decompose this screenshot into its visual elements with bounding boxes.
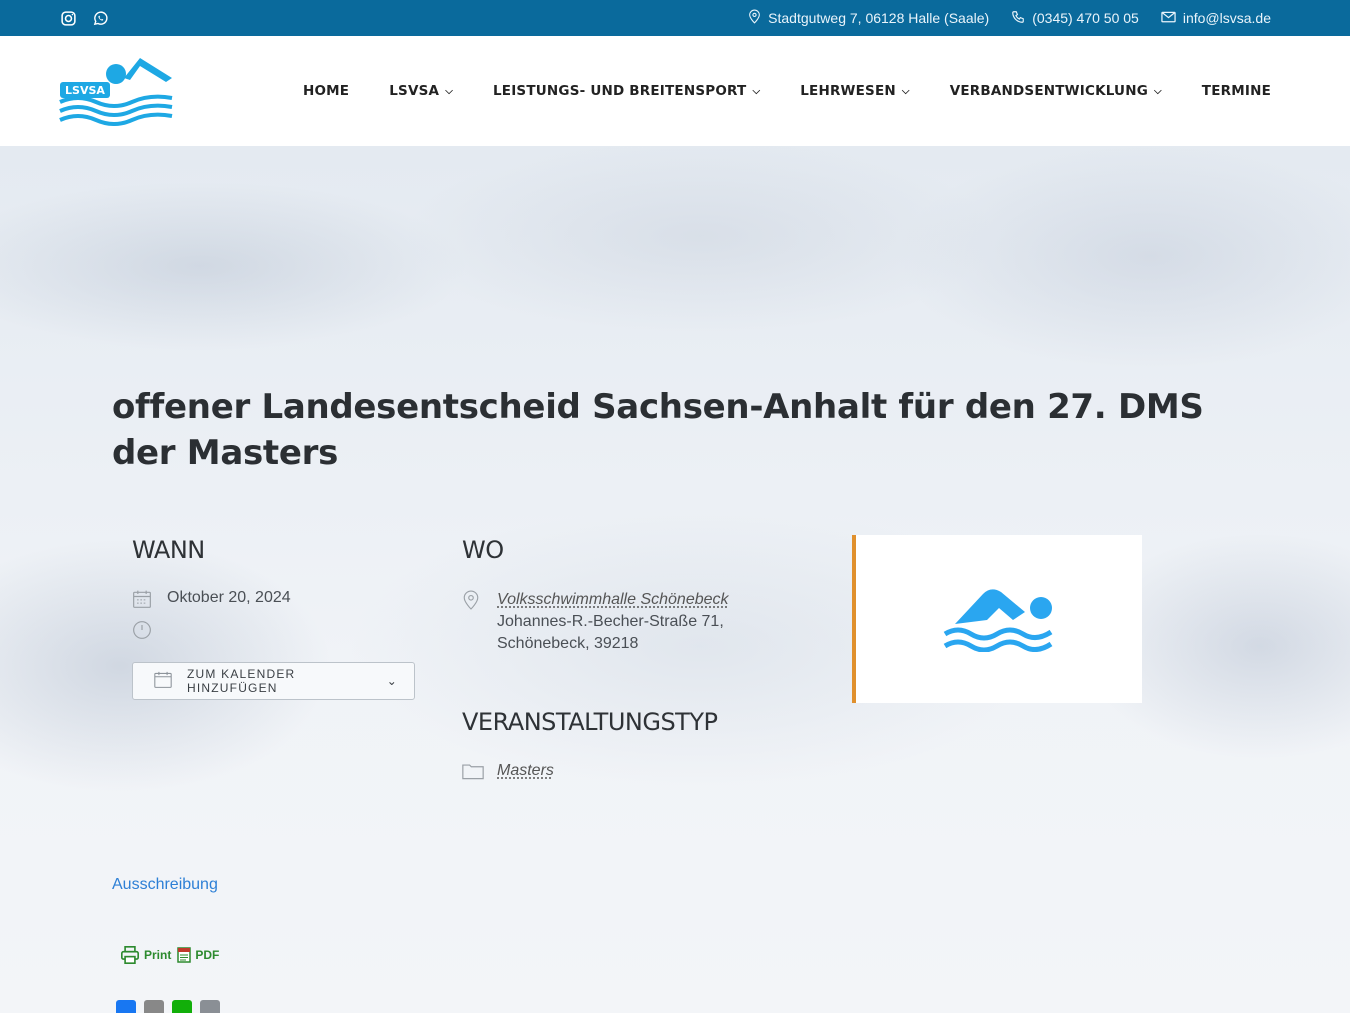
email-share-icon[interactable] [144, 1000, 164, 1013]
contact-info: Stadtgutweg 7, 06128 Halle (Saale) (0345… [748, 0, 1271, 36]
location-pin-icon [462, 589, 484, 618]
event-type-heading: VERANSTALTUNGSTYP [462, 708, 718, 736]
nav-lehrwesen[interactable]: LEHRWESEN ⌵ [800, 83, 909, 99]
phone-icon [1011, 10, 1025, 27]
chevron-down-icon: ⌵ [1154, 85, 1162, 97]
phone-item[interactable]: (0345) 470 50 05 [1011, 10, 1139, 27]
add-to-calendar-button[interactable]: ZUM KALENDER HINZUFÜGEN ⌄ [132, 662, 415, 700]
pdf-label: PDF [195, 948, 220, 962]
whatsapp-icon[interactable] [90, 8, 110, 28]
svg-text:LSVSA: LSVSA [65, 84, 105, 97]
nav-lsvsa[interactable]: LSVSA ⌵ [389, 83, 453, 99]
swimmer-icon [943, 589, 1053, 652]
calendar-icon [153, 671, 173, 692]
address-text: Stadtgutweg 7, 06128 Halle (Saale) [768, 10, 990, 26]
nav-home-label: HOME [303, 83, 350, 99]
nav-verbandsentwicklung[interactable]: VERBANDSENTWICKLUNG ⌵ [950, 83, 1162, 99]
clock-icon [132, 620, 154, 645]
top-bar: Stadtgutweg 7, 06128 Halle (Saale) (0345… [0, 0, 1350, 36]
site-header: LSVSA HOME LSVSA ⌵ LEISTUNGS- UND BREITEN… [0, 36, 1350, 146]
instagram-icon[interactable] [58, 8, 78, 28]
event-title: offener Landesentscheid Sachsen-Anhalt f… [112, 387, 1204, 473]
nav-home[interactable]: HOME [303, 83, 349, 99]
nav-lehrwesen-label: LEHRWESEN [800, 83, 896, 99]
email-item[interactable]: info@lsvsa.de [1161, 10, 1271, 26]
share-buttons [116, 1000, 220, 1013]
whatsapp-share-icon[interactable] [172, 1000, 192, 1013]
phone-link[interactable]: (0345) 470 50 05 [1032, 10, 1139, 26]
nav-termine[interactable]: TERMINE [1202, 83, 1271, 99]
event-type-link[interactable]: Masters [497, 762, 554, 780]
venue-street: Johannes-R.-Becher-Straße 71, [497, 613, 724, 630]
nav-lsvsa-label: LSVSA [389, 83, 440, 99]
event-image [852, 535, 1142, 703]
mail-icon [1161, 10, 1176, 26]
pdf-button[interactable]: PDF [177, 947, 219, 963]
chevron-down-icon: ⌵ [901, 85, 910, 97]
nav-leistung-label: LEISTUNGS- UND BREITENSPORT [492, 83, 747, 99]
print-label: Print [144, 948, 172, 962]
nav-termine-label: TERMINE [1201, 83, 1271, 99]
copy-link-icon[interactable] [200, 1000, 220, 1013]
calendar-icon [132, 589, 154, 614]
chevron-down-icon: ⌄ [386, 674, 398, 688]
location-details: Volksschwimmhalle Schönebeck Johannes-R.… [497, 589, 729, 655]
email-link[interactable]: info@lsvsa.de [1183, 10, 1271, 26]
chevron-down-icon: ⌵ [752, 85, 761, 97]
when-heading: WANN [132, 536, 205, 564]
event-date: Oktober 20, 2024 [167, 589, 291, 606]
add-to-calendar-label: ZUM KALENDER HINZUFÜGEN [187, 667, 296, 695]
event-type-row: Masters [462, 762, 554, 785]
where-heading: WO [462, 536, 504, 564]
facebook-icon[interactable] [116, 1000, 136, 1013]
venue-city: Schönebeck, 39218 [497, 635, 639, 652]
nav-verband-label: VERBANDSENTWICKLUNG [949, 83, 1148, 99]
ausschreibung-link[interactable]: Ausschreibung [112, 876, 218, 894]
location-pin-icon [748, 9, 761, 27]
location-row: Volksschwimmhalle Schönebeck Johannes-R.… [462, 589, 729, 655]
site-logo[interactable]: LSVSA [58, 54, 176, 126]
nav-leistungs-und-breitensport[interactable]: LEISTUNGS- UND BREITENSPORT ⌵ [493, 83, 760, 99]
print-button[interactable]: Print [120, 946, 171, 964]
printer-icon [121, 946, 139, 964]
pdf-file-icon [177, 947, 192, 963]
social-links [58, 8, 110, 28]
event-time-row [132, 620, 167, 645]
event-date-row: Oktober 20, 2024 [132, 589, 291, 614]
venue-link[interactable]: Volksschwimmhalle Schönebeck [497, 589, 729, 611]
main-navigation: HOME LSVSA ⌵ LEISTUNGS- UND BREITENSPORT ⌵… [303, 36, 1271, 146]
print-pdf-button[interactable]: Print PDF [120, 946, 219, 964]
folder-icon [462, 762, 484, 785]
chevron-down-icon: ⌵ [445, 85, 453, 97]
address-item: Stadtgutweg 7, 06128 Halle (Saale) [748, 9, 989, 27]
